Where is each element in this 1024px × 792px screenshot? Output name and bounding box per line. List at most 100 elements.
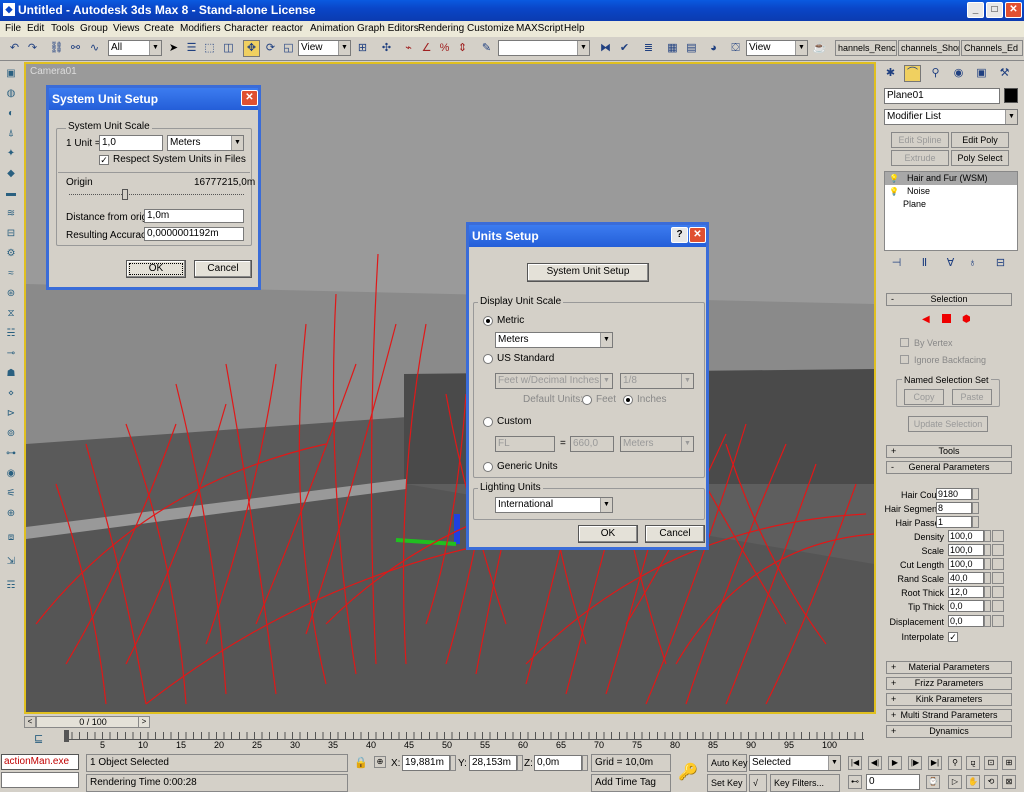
cut-length-field[interactable]: 100,0 xyxy=(948,558,984,570)
fracture-icon[interactable]: ⧖ xyxy=(3,308,19,322)
scale-spinner[interactable] xyxy=(984,544,991,556)
custom-value-field[interactable]: 660,0 xyxy=(570,436,614,452)
y-spinner[interactable] xyxy=(517,755,523,771)
prismatic-icon[interactable]: ⊳ xyxy=(3,408,19,422)
play-icon[interactable]: ▶ xyxy=(888,756,902,770)
units-cancel-button[interactable]: Cancel xyxy=(645,525,705,543)
make-unique-icon[interactable]: ∀ xyxy=(942,255,959,272)
dynamics-rollout[interactable]: + Dynamics xyxy=(886,725,1012,738)
convex-hull-icon[interactable]: ⧈ xyxy=(3,532,19,546)
us-standard-dropdown[interactable]: Feet w/Decimal Inches ▼ xyxy=(495,373,613,389)
point-to-path-icon[interactable]: ⊶ xyxy=(3,448,19,462)
maximize-viewport-icon[interactable]: ⊠ xyxy=(1002,775,1016,789)
x-spinner[interactable] xyxy=(450,755,456,771)
render-type-dropdown[interactable]: View ▼ xyxy=(746,40,808,56)
stack-item-hair-and-fur[interactable]: Hair and Fur (WSM) xyxy=(885,172,1017,185)
channel-tab-edit[interactable]: Channels_Ed xyxy=(961,40,1023,56)
zoom-extents-all-icon[interactable]: ⊞ xyxy=(1002,756,1016,770)
us-fraction-dropdown[interactable]: 1/8 ▼ xyxy=(620,373,694,389)
hierarchy-tab-icon[interactable]: ⚲ xyxy=(927,65,944,82)
time-next-icon[interactable]: > xyxy=(138,716,150,728)
track-bar[interactable]: ⊑ 5 10 15 20 25 30 35 40 45 50 55 60 65 70 75 80 85 90 95 1… xyxy=(24,730,876,752)
hair-count-field[interactable]: 9180 xyxy=(936,488,972,500)
unlink-icon[interactable]: ⚯ xyxy=(67,40,84,57)
motor-icon[interactable]: ⚙ xyxy=(3,248,19,262)
rand-scale-field[interactable]: 40,0 xyxy=(948,572,984,584)
edit-poly-button[interactable]: Edit Poly xyxy=(951,132,1009,148)
key-filters-button[interactable]: Key Filters... xyxy=(770,774,840,792)
create-tab-icon[interactable]: ✱ xyxy=(882,65,899,82)
zoom-icon[interactable]: ⚲ xyxy=(948,756,962,770)
object-name-field[interactable]: Plane01 xyxy=(884,88,1000,104)
zoom-extents-icon[interactable]: ⊡ xyxy=(984,756,998,770)
car-wheel-icon[interactable]: ⊚ xyxy=(3,428,19,442)
rope-icon[interactable]: ✦ xyxy=(3,148,19,162)
align-icon[interactable]: ✔ xyxy=(616,40,633,57)
interpolate-checkbox[interactable]: ✓ xyxy=(948,632,958,642)
tools-rollout[interactable]: + Tools xyxy=(886,445,1012,458)
wind-icon[interactable]: ≈ xyxy=(3,268,19,282)
select-by-name-icon[interactable]: ☰ xyxy=(183,40,200,57)
scale-field[interactable]: 100,0 xyxy=(948,544,984,556)
face-select-icon[interactable] xyxy=(942,314,951,323)
by-vertex-checkbox[interactable] xyxy=(900,338,909,347)
menu-rendering[interactable]: Rendering xyxy=(418,23,464,34)
display-tab-icon[interactable]: ▣ xyxy=(973,65,990,82)
add-time-tag-button[interactable]: Add Time Tag xyxy=(591,774,671,792)
link-icon[interactable]: ⛓ xyxy=(48,40,65,57)
density-spinner[interactable] xyxy=(984,530,991,542)
curve-editor-icon[interactable]: ▦ xyxy=(664,40,681,57)
select-manipulate-icon[interactable]: ✣ xyxy=(378,40,395,57)
tip-thick-map-button[interactable] xyxy=(992,600,1004,612)
field-of-view-icon[interactable]: ▷ xyxy=(948,775,962,789)
absolute-mode-icon[interactable]: ⊕ xyxy=(374,756,386,768)
selection-filter-dropdown[interactable]: All ▼ xyxy=(108,40,162,56)
analyze-world-icon[interactable]: ⊕ xyxy=(3,508,19,522)
preview-icon[interactable]: ◉ xyxy=(3,468,19,482)
stack-item-noise[interactable]: Noise xyxy=(885,185,1017,198)
density-map-button[interactable] xyxy=(992,530,1004,542)
system-unit-dialog-titlebar[interactable]: System Unit Setup ✕ xyxy=(49,88,258,110)
point-to-point-icon[interactable]: ⋄ xyxy=(3,388,19,402)
menu-group[interactable]: Group xyxy=(80,23,108,34)
menu-animation[interactable]: Animation xyxy=(310,23,354,34)
y-coordinate-field[interactable]: 28,153m xyxy=(469,755,517,771)
next-frame-icon[interactable]: |▶ xyxy=(908,756,922,770)
cancel-button[interactable]: Cancel xyxy=(194,260,252,278)
spring-icon[interactable]: ≋ xyxy=(3,208,19,222)
time-prev-icon[interactable]: < xyxy=(24,716,36,728)
undo-icon[interactable]: ↶ xyxy=(6,40,23,57)
custom-unit-dropdown[interactable]: Meters ▼ xyxy=(620,436,694,452)
ok-button[interactable]: OK xyxy=(126,260,186,278)
cut-length-map-button[interactable] xyxy=(992,558,1004,570)
set-key-button[interactable]: Set Key xyxy=(707,774,747,792)
custom-name-field[interactable]: FL xyxy=(495,436,555,452)
inches-radio[interactable] xyxy=(623,395,633,405)
mini-curve-editor-icon[interactable]: ⊑ xyxy=(34,732,43,745)
hair-segments-field[interactable]: 8 xyxy=(936,502,972,514)
respect-units-checkbox[interactable]: ✓ xyxy=(99,155,109,165)
go-to-end-icon[interactable]: ▶| xyxy=(928,756,942,770)
dashpot-icon[interactable]: ⊟ xyxy=(3,228,19,242)
guide-select-icon[interactable]: ◀ xyxy=(922,314,930,325)
menu-file[interactable]: File xyxy=(5,23,21,34)
general-parameters-rollout[interactable]: - General Parameters xyxy=(886,461,1012,474)
toy-car-icon[interactable]: ⊛ xyxy=(3,288,19,302)
auto-key-button[interactable]: Auto Key xyxy=(707,754,748,772)
units-setup-titlebar[interactable]: Units Setup ? ✕ xyxy=(469,225,706,247)
copy-button[interactable]: Copy xyxy=(904,389,944,405)
origin-slider-track[interactable] xyxy=(69,194,244,195)
frizz-parameters-rollout[interactable]: + Frizz Parameters xyxy=(886,677,1012,690)
tip-thick-field[interactable]: 0,0 xyxy=(948,600,984,612)
menu-tools[interactable]: Tools xyxy=(51,23,74,34)
kink-parameters-rollout[interactable]: + Kink Parameters xyxy=(886,693,1012,706)
orbit-icon[interactable]: ⟲ xyxy=(984,775,998,789)
quick-render-icon[interactable]: ☕ xyxy=(811,40,828,57)
object-color-swatch[interactable] xyxy=(1004,88,1018,103)
show-end-result-icon[interactable]: Ⅱ xyxy=(916,255,933,272)
origin-slider-thumb[interactable] xyxy=(122,189,128,200)
multi-strand-parameters-rollout[interactable]: + Multi Strand Parameters xyxy=(886,709,1012,722)
close-button[interactable]: ✕ xyxy=(1005,2,1022,18)
percent-snap-icon[interactable]: % xyxy=(436,40,453,57)
soft-body-icon[interactable]: ⍋ xyxy=(3,128,19,142)
